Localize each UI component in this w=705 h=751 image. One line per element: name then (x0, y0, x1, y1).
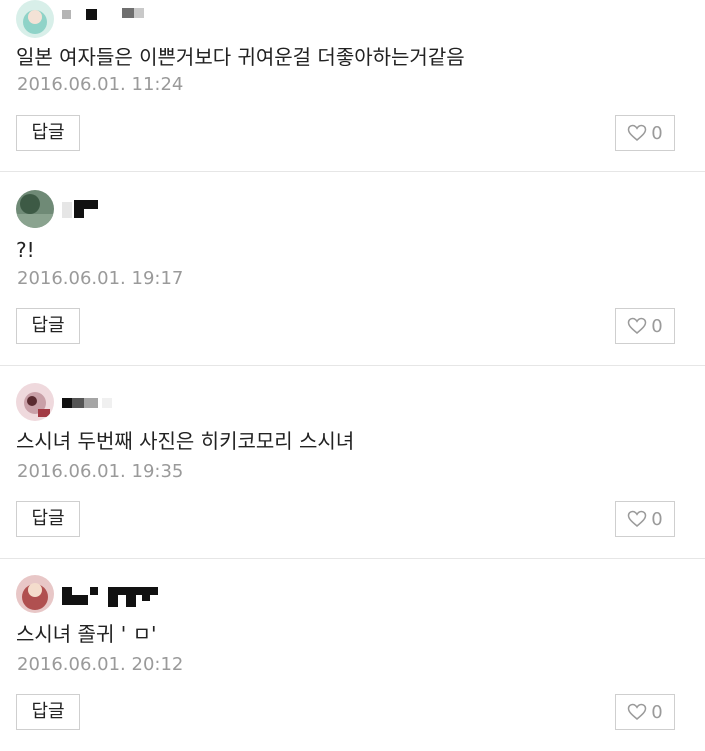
heart-icon (627, 317, 647, 335)
avatar[interactable] (16, 190, 54, 228)
comment-date: 2016.06.01. 19:17 (17, 268, 184, 289)
nickname-masked[interactable] (62, 6, 152, 30)
comment-item: ?! 2016.06.01. 19:17 답글 0 (0, 172, 705, 366)
avatar[interactable] (16, 575, 54, 613)
comment-date: 2016.06.01. 11:24 (17, 74, 184, 95)
comment-text: ?! (16, 238, 35, 262)
comment-text: 스시녀 졸귀 ' ㅁ' (16, 622, 157, 646)
comment-text: 일본 여자들은 이쁜거보다 귀여운걸 더좋아하는거같음 (16, 45, 465, 69)
reply-button[interactable]: 답글 (16, 308, 80, 344)
comment-item: 스시녀 졸귀 ' ㅁ' 2016.06.01. 20:12 답글 0 (0, 558, 705, 751)
comment-date: 2016.06.01. 19:35 (17, 461, 184, 482)
like-button[interactable]: 0 (615, 694, 675, 730)
comment-item: 스시녀 두번째 사진은 히키코모리 스시녀 2016.06.01. 19:35 … (0, 365, 705, 559)
like-count: 0 (651, 315, 663, 337)
like-button[interactable]: 0 (615, 308, 675, 344)
avatar[interactable] (16, 383, 54, 421)
reply-button[interactable]: 답글 (16, 115, 80, 151)
like-count: 0 (651, 701, 663, 723)
avatar[interactable] (16, 0, 54, 38)
heart-icon (627, 124, 647, 142)
nickname-masked[interactable] (62, 198, 102, 222)
reply-button[interactable]: 답글 (16, 501, 80, 537)
nickname-masked[interactable] (62, 583, 162, 607)
heart-icon (627, 703, 647, 721)
like-count: 0 (651, 508, 663, 530)
nickname-masked[interactable] (62, 393, 132, 417)
heart-icon (627, 510, 647, 528)
comment-date: 2016.06.01. 20:12 (17, 654, 184, 675)
reply-button[interactable]: 답글 (16, 694, 80, 730)
like-count: 0 (651, 122, 663, 144)
comment-text: 스시녀 두번째 사진은 히키코모리 스시녀 (16, 429, 355, 453)
like-button[interactable]: 0 (615, 115, 675, 151)
like-button[interactable]: 0 (615, 501, 675, 537)
comment-item: 일본 여자들은 이쁜거보다 귀여운걸 더좋아하는거같음 2016.06.01. … (0, 0, 705, 172)
